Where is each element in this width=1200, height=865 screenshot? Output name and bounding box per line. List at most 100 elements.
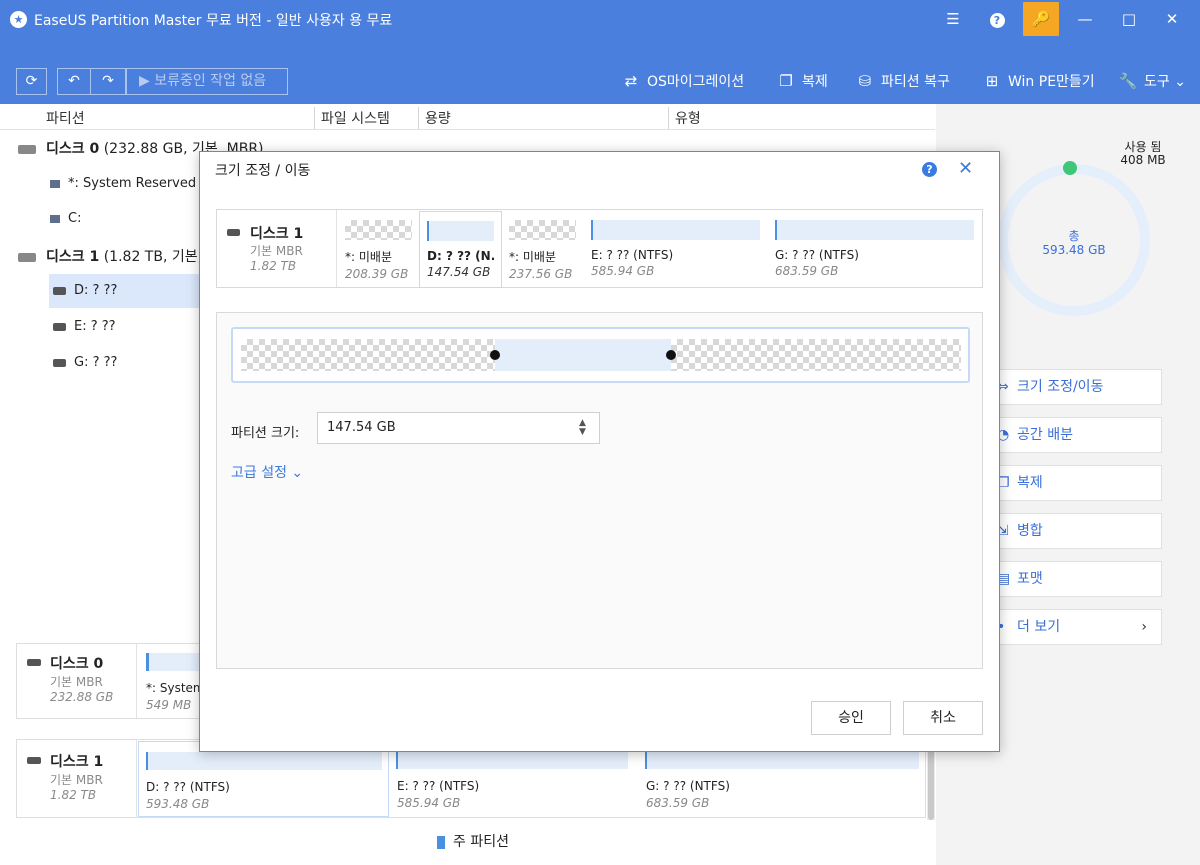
redo-button[interactable]: ↷ xyxy=(91,68,126,95)
disk-icon xyxy=(227,229,240,236)
legend-swatch xyxy=(437,835,445,849)
menu-icon[interactable]: ☰ xyxy=(934,0,972,38)
segment-g[interactable]: G: ? ?? (NTFS) 683.59 GB xyxy=(645,741,920,817)
ok-button[interactable]: 승인 xyxy=(811,701,891,735)
clone-action[interactable]: ❐ 복제 xyxy=(992,465,1162,501)
partition-row-d[interactable]: D: ? ?? xyxy=(49,274,201,308)
segment-size: 585.94 GB xyxy=(397,796,461,810)
dialog-disk-label: 디스크 1 기본 MBR 1.82 TB xyxy=(217,210,337,287)
close-window-button[interactable]: ✕ xyxy=(1153,0,1191,38)
column-capacity[interactable]: 용량 xyxy=(425,108,451,128)
merge-action[interactable]: ⇲ 병합 xyxy=(992,513,1162,549)
refresh-button[interactable]: ⟳ xyxy=(16,68,47,95)
windows-icon: ⊞ xyxy=(985,72,999,90)
drive-icon xyxy=(53,322,66,331)
app-logo-icon: ★ xyxy=(10,11,27,28)
pending-operations-button[interactable]: ▶ 보류중인 작업 없음 xyxy=(126,68,288,95)
chevron-right-icon: › xyxy=(1141,619,1147,635)
segment-name: D: ? ?? (NTFS) xyxy=(146,780,230,794)
segment-name: E: ? ?? (NTFS) xyxy=(397,779,480,793)
os-migration-button[interactable]: ⇄ OS마이그레이션 xyxy=(621,68,744,95)
allocate-space-action[interactable]: ◔ 공간 배분 xyxy=(992,417,1162,453)
partition-icon xyxy=(50,214,60,223)
segment-bar[interactable] xyxy=(146,653,206,671)
partition-size-label: 파티션 크기: xyxy=(231,426,300,441)
segment-name: G: ? ?? (NTFS) xyxy=(646,779,730,793)
unallocated-before xyxy=(241,339,495,371)
tools-menu-button[interactable]: 🔧 도구 ⌄ xyxy=(1118,68,1186,95)
help-icon[interactable]: ? xyxy=(922,162,937,177)
wrench-icon: 🔧 xyxy=(1118,72,1138,90)
segment-e[interactable]: E: ? ?? (NTFS) 585.94 GB xyxy=(591,220,760,280)
partition-table-header: 파티션 파일 시스템 용량 유형 xyxy=(0,104,935,130)
partition-icon xyxy=(50,179,60,188)
format-action[interactable]: ▤ 포맷 xyxy=(992,561,1162,597)
segment-unallocated-2[interactable]: *: 미배분 237.56 GB xyxy=(509,220,576,281)
segment-d-selected[interactable]: D: ? ?? (NTFS) 593.48 GB xyxy=(138,741,389,817)
column-divider[interactable] xyxy=(314,107,315,129)
winpe-button[interactable]: ⊞ Win PE만들기 xyxy=(982,68,1095,95)
dialog-title: 크기 조정 / 이동 xyxy=(215,163,311,179)
advanced-settings-link[interactable]: 고급 설정 ⌄ xyxy=(231,462,303,482)
disk-icon xyxy=(27,659,41,666)
title-bar: ★ EaseUS Partition Master 무료 버전 - 일반 사용자… xyxy=(0,0,1200,38)
legend: 주 파티션 xyxy=(437,831,509,851)
segment-e[interactable]: E: ? ?? (NTFS) 585.94 GB xyxy=(396,741,632,817)
disk-icon xyxy=(27,757,41,764)
toolbar: ⟳ ↶ ↷ ▶ 보류중인 작업 없음 ⇄ OS마이그레이션 ❐ 복제 ⛁ 파티션 복구… xyxy=(0,38,1200,104)
partition-row-e[interactable]: E: ? ?? xyxy=(53,310,116,344)
partition-row-c[interactable]: C: xyxy=(50,202,81,236)
size-spinner-icon[interactable]: ▲▼ xyxy=(579,419,587,437)
disk-0-map-label: 디스크 0 기본 MBR 232.88 GB xyxy=(17,644,137,718)
partition-recovery-button[interactable]: ⛁ 파티션 복구 xyxy=(855,68,950,95)
dialog-disk-map: 디스크 1 기본 MBR 1.82 TB *: 미배분 208.39 GB D:… xyxy=(216,209,983,288)
total-value: 593.48 GB xyxy=(1042,243,1106,257)
drive-icon xyxy=(53,358,66,367)
used-value: 408 MB xyxy=(1120,153,1166,167)
more-action[interactable]: • 더 보기 › xyxy=(992,609,1162,645)
usage-indicator xyxy=(1063,161,1077,175)
partition-row-g[interactable]: G: ? ?? xyxy=(53,346,117,380)
clone-button[interactable]: ❐ 복제 xyxy=(776,68,828,95)
clone-icon: ❐ xyxy=(779,72,793,90)
right-resize-handle[interactable] xyxy=(666,350,676,360)
disk-1-map-label: 디스크 1 기본 MBR 1.82 TB xyxy=(17,740,137,817)
resize-move-action[interactable]: ⇔ 크기 조정/이동 xyxy=(992,369,1162,405)
unallocated-after xyxy=(671,339,961,371)
segment-d-selected[interactable]: D: ? ?? (N... 147.54 GB xyxy=(419,211,502,288)
partition-range[interactable] xyxy=(495,339,671,371)
cancel-button[interactable]: 취소 xyxy=(903,701,983,735)
resize-slider[interactable] xyxy=(231,327,970,383)
segment-size: 593.48 GB xyxy=(146,797,210,811)
migrate-icon: ⇄ xyxy=(624,72,638,90)
close-icon[interactable]: ✕ xyxy=(958,158,973,179)
total-label: 총 xyxy=(1068,229,1080,243)
column-partition[interactable]: 파티션 xyxy=(46,108,85,128)
segment-unallocated-1[interactable]: *: 미배분 208.39 GB xyxy=(345,220,412,281)
maximize-button[interactable]: □ xyxy=(1110,0,1148,38)
resize-move-dialog: 크기 조정 / 이동 ? ✕ 디스크 1 기본 MBR 1.82 TB *: 미… xyxy=(199,151,1000,752)
disk-icon xyxy=(18,252,36,262)
segment-size: 549 MB xyxy=(146,698,192,712)
drive-icon xyxy=(53,286,66,295)
partition-size-input[interactable]: 147.54 GB xyxy=(317,412,600,444)
license-key-button[interactable]: 🔑 xyxy=(1023,2,1059,36)
column-filesystem[interactable]: 파일 시스템 xyxy=(321,108,390,128)
segment-size: 683.59 GB xyxy=(646,796,710,810)
segment-name: *: System xyxy=(146,681,205,695)
disk-icon xyxy=(18,144,36,154)
column-divider[interactable] xyxy=(668,107,669,129)
minimize-button[interactable]: — xyxy=(1066,0,1104,38)
disk-1-row[interactable]: 디스크 1 (1.82 TB, 기본, xyxy=(18,246,202,266)
window-title: EaseUS Partition Master 무료 버전 - 일반 사용자 용… xyxy=(34,13,393,29)
help-icon[interactable]: ? xyxy=(978,0,1016,38)
undo-button[interactable]: ↶ xyxy=(57,68,91,95)
recovery-icon: ⛁ xyxy=(858,72,872,90)
resize-editor: 파티션 크기: 147.54 GB ▲▼ 고급 설정 ⌄ xyxy=(216,312,983,669)
chevron-down-icon: ⌄ xyxy=(1174,74,1186,90)
column-type[interactable]: 유형 xyxy=(675,108,701,128)
partition-row-system-reserved[interactable]: *: System Reserved xyxy=(50,167,196,201)
column-divider[interactable] xyxy=(418,107,419,129)
segment-g[interactable]: G: ? ?? (NTFS) 683.59 GB xyxy=(775,220,974,280)
left-resize-handle[interactable] xyxy=(490,350,500,360)
